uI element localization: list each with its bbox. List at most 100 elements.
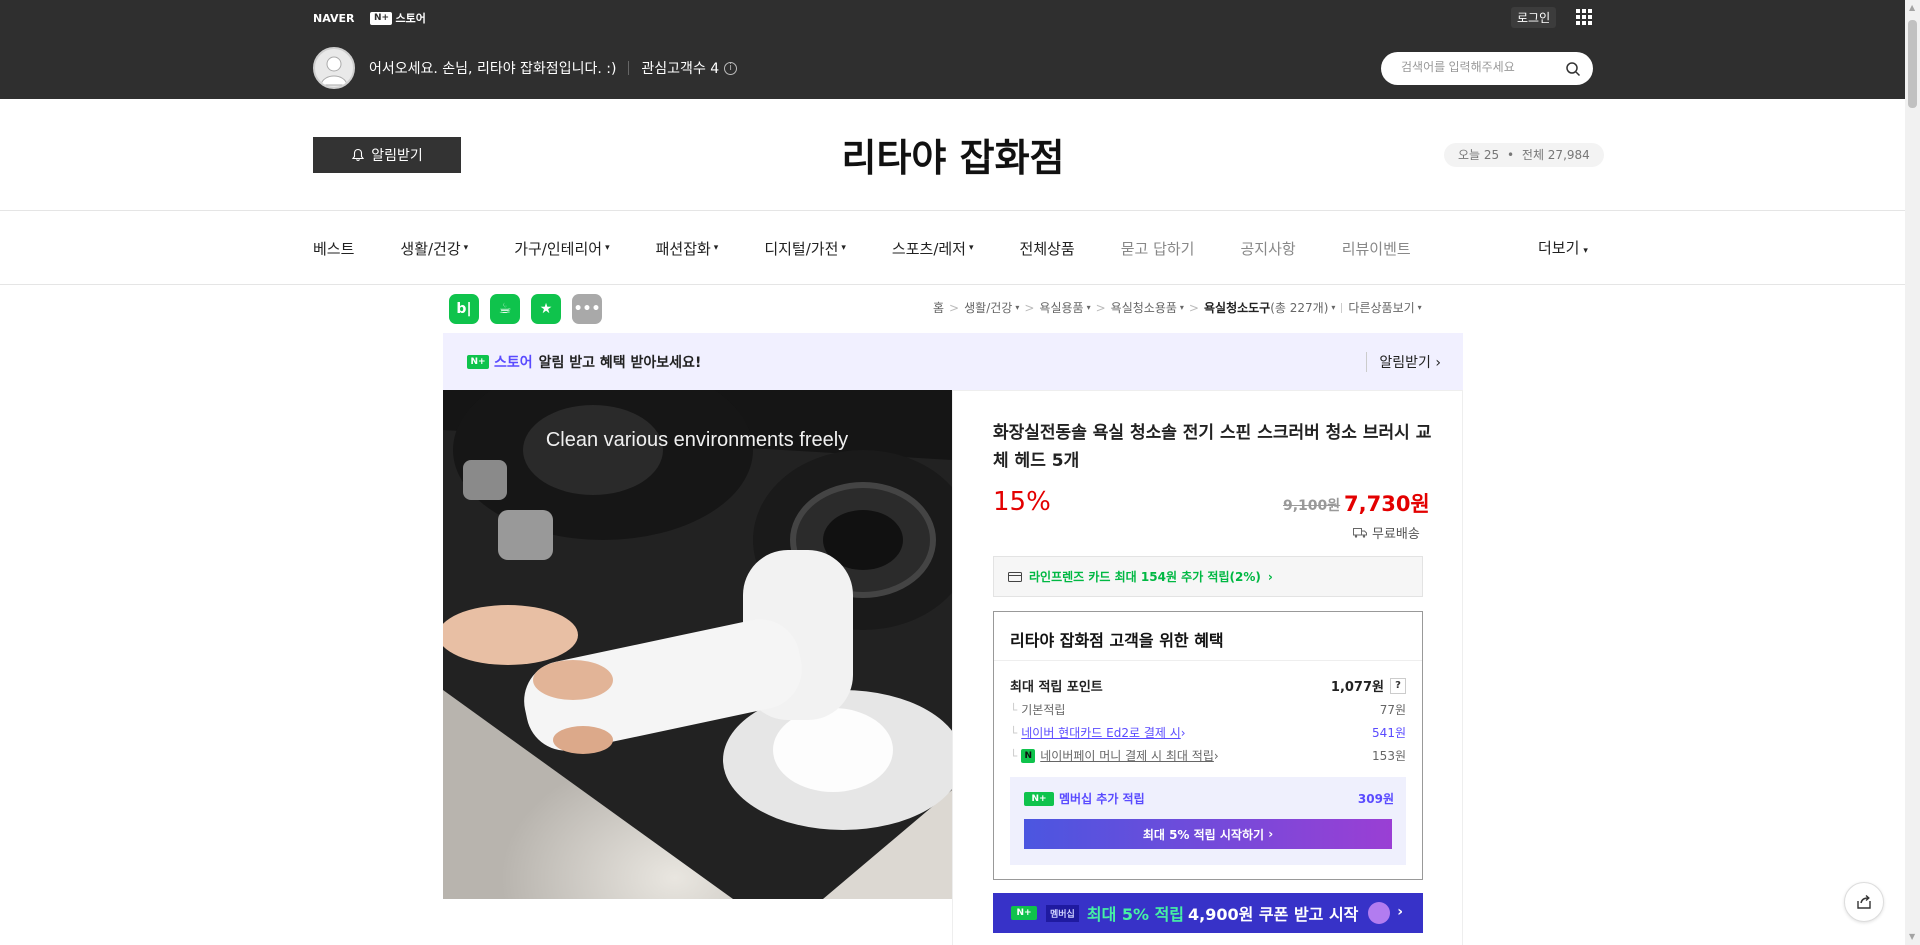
nav-item-digital[interactable]: 디지털/가전 ▾ — [764, 237, 846, 259]
nav-item-best[interactable]: 베스트 — [313, 237, 354, 259]
membership-coupon-banner[interactable]: N+ 멤버십 최대 5% 적립 4,900원 쿠폰 받고 시작 › — [993, 893, 1423, 933]
breadcrumb-item[interactable]: 홈 — [933, 299, 944, 316]
product-image[interactable]: Clean various environments freely — [443, 390, 952, 899]
breadcrumb-item[interactable]: 욕실청소용품 — [1111, 299, 1177, 316]
search-icon[interactable] — [1565, 61, 1581, 77]
blog-icon[interactable]: b| — [449, 294, 479, 324]
chevron-right-icon: › — [1435, 355, 1441, 371]
more-menu[interactable]: 더보기 ▾ — [1538, 237, 1588, 258]
divider — [0, 210, 1920, 211]
breadcrumb: 홈 > 생활/건강 ▾ > 욕실용품 ▾ > 욕실청소용품 ▾ > 욕실청소도구 (총 227… — [933, 299, 1422, 316]
nav-item-qna[interactable]: 묻고 답하기 — [1121, 237, 1195, 259]
user-avatar-icon — [320, 56, 348, 86]
bookmark-icon[interactable]: ★ — [531, 294, 561, 324]
share-icon — [1857, 894, 1871, 909]
followers-count[interactable]: 관심고객수 4 — [641, 58, 719, 78]
chevron-down-icon[interactable]: ▾ — [1331, 303, 1335, 312]
breadcrumb-item[interactable]: 욕실용품 — [1039, 299, 1083, 316]
promo-text: 알림 받고 혜택 받아보세요! — [538, 354, 702, 371]
category-nav: 베스트 생활/건강 ▾ 가구/인테리어 ▾ 패션잡화 ▾ 디지털/가전 ▾ 스포츠/레저… — [313, 237, 1457, 259]
notify-link[interactable]: 알림받기 › — [1366, 352, 1441, 372]
top-bar: NAVER N+ 스토어 로그인 어서오세요. 손님, 리타야 잡화점입니다. … — [0, 0, 1920, 99]
share-icons: b| ☕ ★ ••• — [449, 294, 602, 324]
search-box[interactable] — [1381, 52, 1593, 85]
chevron-down-icon: ▾ — [713, 243, 719, 253]
points-row-npay: └ N 네이버페이 머니 결제 시 최대 적립 › 153원 — [1010, 747, 1406, 764]
sale-price: 7,730원 — [1344, 492, 1430, 516]
scrollbar[interactable]: ▲ ▼ — [1905, 0, 1920, 945]
scroll-up-icon[interactable]: ▲ — [1909, 3, 1915, 12]
benefit-box: 리타야 잡화점 고객을 위한 혜택 최대 적립 포인트 1,077원 ? └ 기본… — [993, 611, 1423, 880]
coupon-text: 4,900원 쿠폰 받고 시작 — [1188, 905, 1359, 924]
login-button[interactable]: 로그인 — [1511, 7, 1557, 28]
divider — [1341, 302, 1343, 313]
info-icon[interactable]: i — [724, 61, 738, 75]
card-promo[interactable]: 라인프렌즈 카드 최대 154원 추가 적립(2%) › — [993, 556, 1423, 597]
bell-icon — [352, 148, 365, 162]
discount-rate: 15% — [993, 487, 1051, 517]
gift-icon — [1368, 902, 1391, 924]
product-title: 화장실전동솔 욕실 청소솔 전기 스핀 스크러버 청소 브러시 교체 헤드 5개 — [993, 423, 1432, 471]
nav-item-all-products[interactable]: 전체상품 — [1020, 237, 1075, 259]
image-caption: Clean various environments freely — [546, 429, 848, 451]
nav-item-review-event[interactable]: 리뷰이벤트 — [1342, 237, 1411, 259]
notification-promo-banner: N+ 스토어 알림 받고 혜택 받아보세요! 알림받기 › — [443, 333, 1463, 390]
membership-row: N+ 멤버십 추가 적립 309원 — [1024, 790, 1394, 807]
chevron-right-icon: › — [1397, 904, 1403, 920]
nav-item-furniture[interactable]: 가구/인테리어 ▾ — [514, 237, 609, 259]
alarm-label: 알림받기 — [371, 148, 423, 164]
divider — [994, 660, 1422, 661]
avatar — [313, 47, 355, 89]
nplus-icon: N+ — [467, 354, 489, 369]
hyundai-card-link[interactable]: 네이버 현대카드 Ed2로 결제 시 — [1021, 724, 1181, 741]
welcome-area: 어서오세요. 손님, 리타야 잡화점입니다. :) 관심고객수 4 i — [369, 58, 738, 78]
membership-tag: 멤버십 — [1046, 904, 1079, 922]
grid-icon[interactable] — [1576, 9, 1592, 25]
chevron-down-icon: ▾ — [968, 243, 974, 253]
naver-logo[interactable]: NAVER — [313, 12, 354, 25]
chevron-down-icon[interactable]: ▾ — [1087, 303, 1091, 312]
card-icon — [1008, 571, 1022, 582]
store-title[interactable]: 리타야 잡화점 — [700, 127, 1206, 182]
chevron-down-icon[interactable]: ▾ — [1180, 303, 1184, 312]
chevron-down-icon: ▾ — [1583, 246, 1588, 256]
store-word: 스토어 — [494, 354, 533, 371]
naver-brand[interactable]: NAVER N+ 스토어 — [313, 10, 426, 26]
benefit-header: 리타야 잡화점 고객을 위한 혜택 — [1010, 631, 1224, 650]
alarm-button[interactable]: 알림받기 — [313, 137, 461, 173]
nav-item-sports[interactable]: 스포츠/레저 ▾ — [892, 237, 974, 259]
store-word: 스토어 — [395, 12, 426, 25]
more-icon[interactable]: ••• — [572, 294, 602, 324]
share-button[interactable] — [1844, 882, 1884, 922]
scroll-down-icon[interactable]: ▼ — [1909, 932, 1915, 941]
coupon-highlight: 최대 5% 적립 — [1086, 905, 1185, 924]
npay-link[interactable]: 네이버페이 머니 결제 시 최대 적립 — [1040, 747, 1214, 764]
membership-box: N+ 멤버십 추가 적립 309원 최대 5% 적립 시작하기 › — [1010, 777, 1406, 865]
breadcrumb-current[interactable]: 욕실청소도구 — [1204, 299, 1270, 316]
chevron-down-icon: ▾ — [605, 243, 610, 253]
nplus-icon: N+ — [370, 11, 393, 25]
max-points-row: 최대 적립 포인트 1,077원 ? — [1010, 676, 1406, 695]
visitor-count: 오늘 25 • 전체 27,984 — [1444, 143, 1604, 167]
search-input[interactable] — [1401, 60, 1561, 74]
nplus-icon: N+ — [1011, 906, 1037, 920]
nav-item-living-health[interactable]: 생활/건강 ▾ — [400, 237, 468, 259]
scrollbar-thumb[interactable] — [1908, 20, 1917, 108]
visits-today: 오늘 25 — [1458, 148, 1500, 162]
chevron-right-icon: › — [1267, 569, 1273, 584]
other-products-link[interactable]: 다른상품보기 — [1348, 299, 1414, 316]
talk-icon[interactable]: ☕ — [490, 294, 520, 324]
breadcrumb-count: (총 227개) — [1270, 301, 1329, 315]
original-price: 9,100원 — [1283, 498, 1341, 514]
nav-item-notice[interactable]: 공지사항 — [1241, 237, 1296, 259]
nplus-store-logo[interactable]: N+ 스토어 — [370, 10, 426, 26]
help-icon[interactable]: ? — [1390, 677, 1406, 694]
membership-start-button[interactable]: 최대 5% 적립 시작하기 › — [1024, 819, 1392, 849]
electric-brush-photo: Clean various environments freely — [443, 390, 952, 899]
chevron-down-icon[interactable]: ▾ — [1418, 303, 1422, 312]
chevron-down-icon[interactable]: ▾ — [1015, 303, 1019, 312]
nplus-icon: N+ — [1024, 791, 1054, 806]
breadcrumb-item[interactable]: 생활/건강 — [964, 299, 1012, 316]
shipping-info: 무료배송 — [1353, 523, 1420, 542]
nav-item-fashion[interactable]: 패션잡화 ▾ — [656, 237, 719, 259]
